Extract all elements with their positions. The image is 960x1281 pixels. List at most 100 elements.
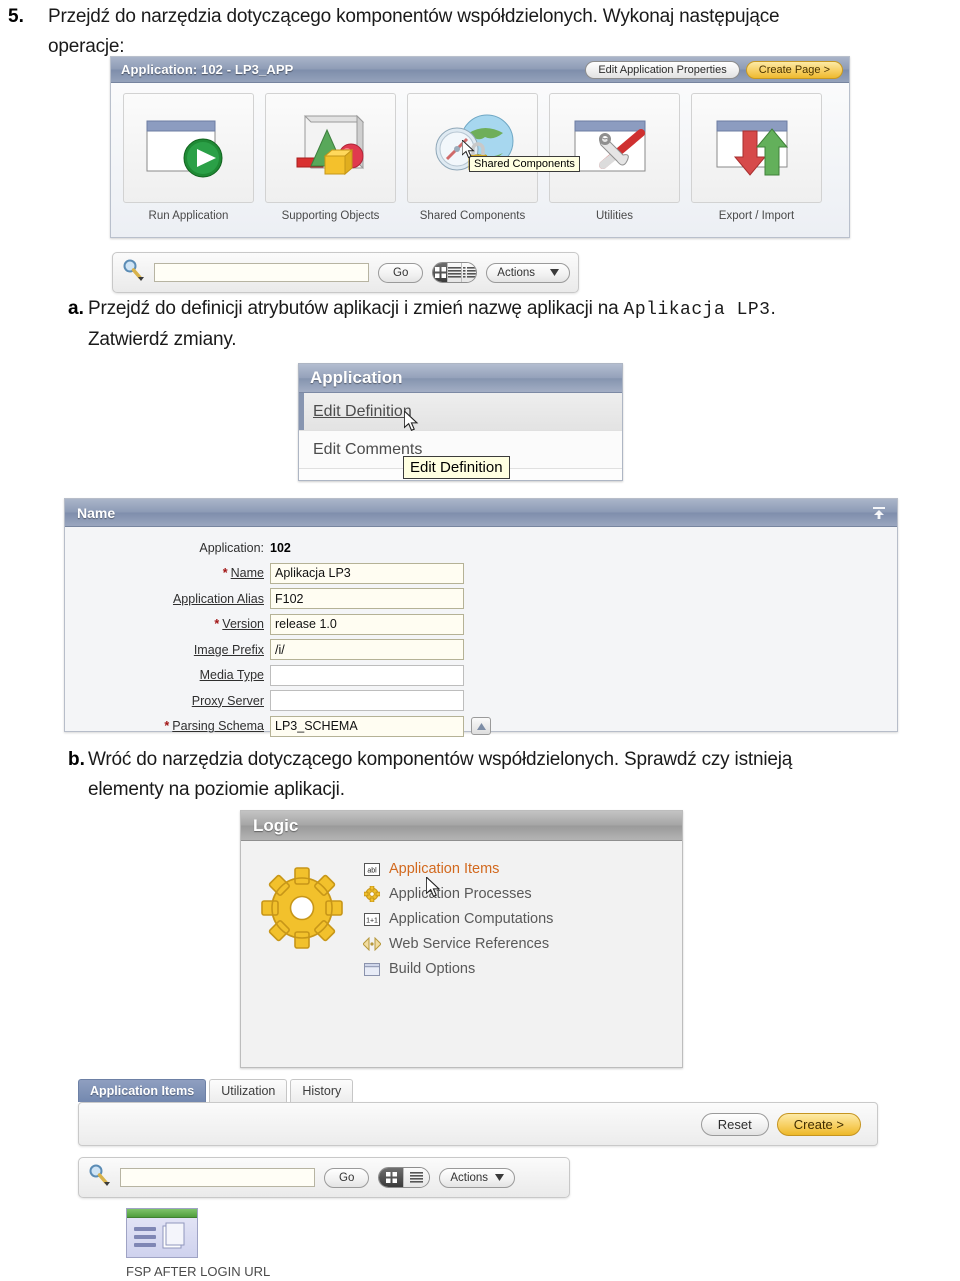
- mouse-cursor-icon: [425, 875, 442, 899]
- supporting-objects-icon-box[interactable]: [265, 93, 396, 203]
- collapse-up-icon[interactable]: [871, 505, 887, 521]
- app-tile-label-shared-components: Shared Components: [419, 210, 526, 222]
- form-row-application-id: Application: 102: [65, 535, 897, 561]
- shared-components-tooltip: Shared Components: [469, 156, 580, 172]
- abc-textbox-icon: abl: [363, 861, 381, 877]
- view-icon-mode-button[interactable]: [379, 1168, 405, 1187]
- application-menu-screenshot: Application Edit Definition Edit Comment…: [298, 363, 623, 481]
- window-icon: [363, 961, 381, 977]
- logic-link-application-items[interactable]: abl Application Items: [363, 861, 553, 877]
- step-b-line-1: Wróć do narzędzia dotyczącego komponentó…: [88, 749, 793, 770]
- step-a-mono-value: Aplikacja LP3: [623, 300, 771, 320]
- utilities-icon: [574, 120, 645, 172]
- gear-icon: [261, 867, 343, 949]
- step-a-line-2: Zatwierdź zmiany.: [88, 329, 237, 350]
- form-input-application-alias[interactable]: F102: [270, 588, 464, 610]
- form-input-image-prefix[interactable]: /i/: [270, 639, 464, 661]
- shared-components-icon-box[interactable]: Shared Components: [407, 93, 580, 203]
- chevron-down-icon: [495, 1174, 505, 1181]
- application-menu-header: Application: [299, 364, 622, 393]
- form-row-parsing-schema: * Parsing Schema LP3_SCHEMA: [65, 714, 897, 740]
- app-tile-export-import[interactable]: Export / Import: [691, 93, 822, 222]
- tab-application-items[interactable]: Application Items: [78, 1079, 207, 1102]
- chevron-up-icon: [476, 722, 486, 730]
- logic-link-application-computations-label: Application Computations: [389, 911, 554, 927]
- create-button[interactable]: Create >: [776, 1112, 861, 1136]
- view-switcher: [378, 1167, 431, 1188]
- app-tile-supporting-objects[interactable]: Supporting Objects: [265, 93, 396, 222]
- form-label-application-alias-text: Application Alias: [172, 591, 264, 606]
- reset-button[interactable]: Reset: [700, 1112, 769, 1136]
- view-report-mode-button[interactable]: [404, 1168, 430, 1187]
- app-tile-shared-components[interactable]: Shared Components Shared Components: [407, 93, 580, 222]
- step-a-text: Przejdź do definicji atrybutów aplikacji…: [88, 294, 776, 355]
- form-label-name-text: Name: [230, 566, 264, 581]
- code-brackets-icon: [363, 936, 381, 952]
- go-button[interactable]: Go: [324, 1167, 370, 1188]
- search-magnifier-icon[interactable]: [121, 258, 145, 287]
- logic-link-application-processes[interactable]: Application Processes: [363, 886, 553, 902]
- form-label-image-prefix: Image Prefix: [65, 643, 270, 657]
- logic-link-web-service-references[interactable]: Web Service References: [363, 936, 553, 952]
- form-label-version: * Version: [65, 617, 270, 631]
- form-label-proxy-server-text: Proxy Server: [191, 693, 264, 708]
- form-label-parsing-schema: * Parsing Schema: [65, 719, 270, 733]
- form-row-proxy-server: Proxy Server: [65, 688, 897, 714]
- supporting-objects-icon: [296, 114, 364, 176]
- name-form-body: Application: 102 * Name Aplikacja LP3 App…: [65, 527, 897, 739]
- form-label-media-type-text: Media Type: [199, 668, 264, 683]
- search-input[interactable]: [120, 1168, 315, 1187]
- parsing-schema-lov-button[interactable]: [471, 717, 491, 736]
- instruction-step-a: a. Przejdź do definicji atrybutów aplika…: [40, 294, 960, 355]
- app-tile-run-application[interactable]: Run Application: [123, 93, 254, 222]
- view-icon-mode-button[interactable]: [433, 263, 448, 282]
- application-item-tile[interactable]: FSP AFTER LOGIN URL: [126, 1208, 366, 1279]
- logic-link-build-options-label: Build Options: [389, 961, 476, 977]
- logic-link-application-processes-label: Application Processes: [389, 886, 532, 902]
- form-input-version[interactable]: release 1.0: [270, 613, 464, 635]
- form-row-media-type: Media Type: [65, 663, 897, 689]
- form-row-version: * Version release 1.0: [65, 612, 897, 638]
- export-import-icon-box[interactable]: [691, 93, 822, 203]
- edit-definition-tooltip: Edit Definition: [403, 456, 510, 479]
- svg-text:1+1: 1+1: [366, 917, 378, 924]
- application-titlebar: Application: 102 - LP3_APP Edit Applicat…: [111, 57, 849, 83]
- app-tile-label-run-application: Run Application: [148, 210, 229, 222]
- utilities-icon-box[interactable]: [549, 93, 680, 203]
- view-report-mode-button[interactable]: [447, 263, 463, 282]
- form-input-proxy-server[interactable]: [270, 690, 464, 712]
- actions-button[interactable]: Actions: [486, 262, 570, 283]
- export-import-icon: [716, 120, 788, 176]
- form-input-media-type[interactable]: [270, 664, 464, 686]
- menu-item-edit-definition[interactable]: Edit Definition: [299, 393, 622, 431]
- actions-button[interactable]: Actions: [439, 1167, 516, 1188]
- edit-application-properties-button[interactable]: Edit Application Properties: [585, 60, 740, 79]
- search-magnifier-icon[interactable]: [87, 1163, 111, 1192]
- go-button[interactable]: Go: [378, 262, 424, 283]
- application-menu-title: Application: [310, 368, 403, 387]
- search-input[interactable]: [154, 263, 369, 282]
- mouse-cursor-icon: [461, 138, 476, 160]
- create-page-button[interactable]: Create Page >: [745, 60, 843, 79]
- form-input-parsing-schema[interactable]: LP3_SCHEMA: [270, 715, 464, 737]
- actions-button-label: Actions: [450, 1171, 489, 1184]
- tab-history[interactable]: History: [290, 1079, 354, 1102]
- form-input-name[interactable]: Aplikacja LP3: [270, 562, 464, 584]
- mouse-cursor-icon: [403, 409, 419, 431]
- actions-button-label: Actions: [497, 266, 535, 279]
- form-button-bar: Reset Create >: [78, 1102, 878, 1146]
- run-application-icon-box[interactable]: [123, 93, 254, 203]
- tab-utilization[interactable]: Utilization: [209, 1079, 288, 1102]
- form-label-image-prefix-text: Image Prefix: [193, 642, 264, 657]
- step-a-marker: a.: [68, 298, 84, 319]
- application-items-tabs-section: Application Items Utilization History Re…: [78, 1078, 878, 1146]
- required-asterisk-icon: *: [214, 617, 220, 632]
- step-b-marker: b.: [68, 749, 85, 770]
- logic-link-build-options[interactable]: Build Options: [363, 961, 553, 977]
- logic-link-application-items-label: Application Items: [389, 861, 500, 877]
- logic-link-application-computations[interactable]: 1+1 Application Computations: [363, 911, 553, 927]
- view-detail-mode-button[interactable]: [462, 263, 477, 282]
- step-5-text: Przejdź do narzędzia dotyczącego kompone…: [48, 2, 780, 62]
- logic-panel-title: Logic: [253, 815, 299, 835]
- tabstrip: Application Items Utilization History: [78, 1078, 878, 1102]
